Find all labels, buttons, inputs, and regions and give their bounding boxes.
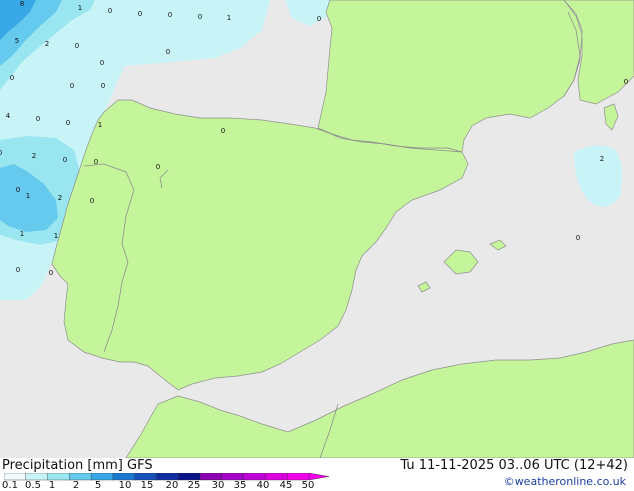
map-title: Precipitation [mm] GFS [2, 458, 153, 473]
precip-value-label: 0 [108, 7, 112, 15]
scale-swatch [47, 473, 71, 481]
scale-swatch [178, 473, 201, 481]
precip-value-label: 0 [63, 156, 67, 164]
scale-swatch [69, 473, 92, 481]
precip-value-label: 5 [15, 37, 19, 45]
precip-value-label: 2 [600, 155, 604, 163]
scale-swatch [243, 473, 267, 481]
precipitation-map: 8100001052000004001000022001201100000 [0, 0, 634, 458]
precip-value-label: 0 [16, 186, 20, 194]
scale-arrow [308, 473, 330, 481]
valid-time: Tu 11-11-2025 03..06 UTC (12+42) [400, 458, 628, 473]
precip-value-label: 0 [100, 59, 104, 67]
precip-value-label: 1 [98, 121, 102, 129]
precip-value-label: 2 [32, 152, 36, 160]
precip-value-label: 0 [168, 11, 172, 19]
precip-value-label: 0 [49, 269, 53, 277]
precip-value-label: 0 [36, 115, 40, 123]
scale-swatch [4, 473, 27, 481]
credit-link[interactable]: ©weatheronline.co.uk [504, 475, 626, 488]
precip-value-label: 8 [20, 0, 24, 8]
precip-value-label: 2 [45, 40, 49, 48]
precip-value-label: 0 [576, 234, 580, 242]
precip-value-label: 1 [26, 192, 30, 200]
precip-value-label: 0 [317, 15, 321, 23]
precip-value-label: 0 [166, 48, 170, 56]
precip-value-label: 0 [0, 149, 2, 157]
scale-swatch [134, 473, 158, 481]
precip-value-label: 1 [20, 230, 24, 238]
precip-value-label: 4 [6, 112, 11, 120]
precip-value-label: 0 [138, 10, 142, 18]
precip-value-label: 0 [101, 82, 105, 90]
scale-swatch [265, 473, 288, 481]
precip-value-label: 0 [198, 13, 202, 21]
precip-value-label: 1 [78, 4, 82, 12]
precip-value-label: 1 [227, 14, 231, 22]
scale-swatch [221, 473, 245, 481]
precip-value-label: 0 [156, 163, 160, 171]
scale-swatch [90, 473, 114, 481]
precip-value-label: 2 [58, 194, 62, 202]
map-area: 8100001052000004001000022001201100000 [0, 0, 634, 458]
scale-swatch [156, 473, 179, 481]
precip-value-label: 0 [624, 78, 628, 86]
scale-swatch [112, 473, 136, 481]
precip-value-label: 0 [16, 266, 20, 274]
scale-swatch [25, 473, 49, 481]
scale-swatch [199, 473, 223, 481]
precip-value-label: 0 [66, 119, 70, 127]
precip-value-label: 0 [90, 197, 94, 205]
precip-value-label: 0 [10, 74, 14, 82]
precip-value-label: 0 [94, 158, 98, 166]
precip-value-label: 1 [54, 232, 58, 240]
precip-value-label: 0 [221, 127, 225, 135]
precip-value-label: 0 [75, 42, 79, 50]
precip-value-label: 0 [70, 82, 74, 90]
scale-swatch [287, 473, 310, 481]
